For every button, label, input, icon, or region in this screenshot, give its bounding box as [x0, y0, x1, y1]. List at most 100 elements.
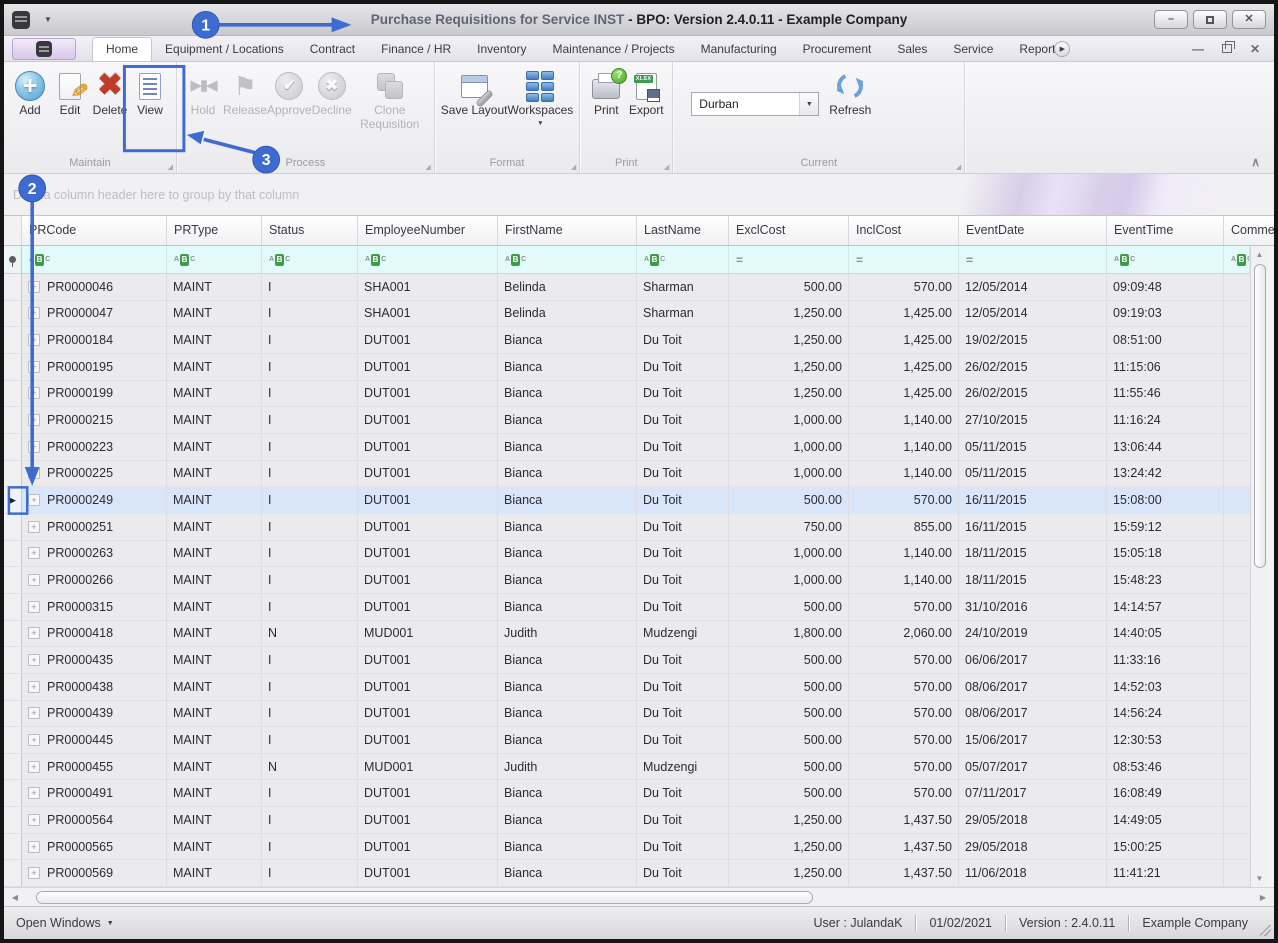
- cell-prcode[interactable]: +PR0000439: [22, 701, 167, 727]
- print-button[interactable]: Print: [586, 65, 626, 154]
- cell-firstname[interactable]: Bianca: [498, 381, 637, 407]
- cell-eventdate[interactable]: 12/05/2014: [959, 301, 1107, 327]
- table-row[interactable]: +PR0000184MAINTIDUT001BiancaDu Toit1,250…: [4, 327, 1250, 354]
- row-indicator[interactable]: [4, 327, 22, 353]
- cell-lastname[interactable]: Du Toit: [637, 727, 729, 753]
- table-row[interactable]: +PR0000565MAINTIDUT001BiancaDu Toit1,250…: [4, 834, 1250, 861]
- cell-firstname[interactable]: Bianca: [498, 807, 637, 833]
- row-indicator[interactable]: [4, 301, 22, 327]
- cell-eventtime[interactable]: 14:14:57: [1107, 594, 1224, 620]
- expand-row-icon[interactable]: +: [28, 654, 40, 666]
- cell-lastname[interactable]: Sharman: [637, 301, 729, 327]
- cell-firstname[interactable]: Bianca: [498, 780, 637, 806]
- cell-lastname[interactable]: Du Toit: [637, 407, 729, 433]
- column-header-firstname[interactable]: FirstName: [498, 216, 637, 245]
- cell-eventdate[interactable]: 07/11/2017: [959, 780, 1107, 806]
- cell-inclcost[interactable]: 570.00: [849, 701, 959, 727]
- cell-comments[interactable]: [1224, 381, 1250, 407]
- row-indicator[interactable]: [4, 461, 22, 487]
- cell-eventdate[interactable]: 29/05/2018: [959, 807, 1107, 833]
- cell-status[interactable]: I: [262, 487, 358, 513]
- cell-comments[interactable]: [1224, 461, 1250, 487]
- cell-prcode[interactable]: +PR0000249: [22, 487, 167, 513]
- cell-prtype[interactable]: MAINT: [167, 274, 262, 300]
- cell-status[interactable]: I: [262, 780, 358, 806]
- cell-comments[interactable]: [1224, 647, 1250, 673]
- cell-comments[interactable]: [1224, 594, 1250, 620]
- cell-status[interactable]: I: [262, 407, 358, 433]
- cell-comments[interactable]: [1224, 274, 1250, 300]
- cell-eventtime[interactable]: 15:48:23: [1107, 567, 1224, 593]
- cell-prcode[interactable]: +PR0000263: [22, 541, 167, 567]
- group-dialog-launcher-icon[interactable]: ◢: [168, 163, 173, 171]
- cell-status[interactable]: I: [262, 727, 358, 753]
- table-row[interactable]: +PR0000438MAINTIDUT001BiancaDu Toit500.0…: [4, 674, 1250, 701]
- cell-eventtime[interactable]: 15:00:25: [1107, 834, 1224, 860]
- cell-prtype[interactable]: MAINT: [167, 301, 262, 327]
- expand-row-icon[interactable]: +: [28, 681, 40, 693]
- refresh-button[interactable]: Refresh: [829, 65, 871, 154]
- cell-firstname[interactable]: Bianca: [498, 541, 637, 567]
- tab-equipment-locations[interactable]: Equipment / Locations: [152, 38, 297, 61]
- table-row[interactable]: +PR0000564MAINTIDUT001BiancaDu Toit1,250…: [4, 807, 1250, 834]
- cell-eventdate[interactable]: 29/05/2018: [959, 834, 1107, 860]
- cell-prcode[interactable]: +PR0000223: [22, 434, 167, 460]
- row-indicator[interactable]: [4, 621, 22, 647]
- cell-employeenumber[interactable]: DUT001: [358, 647, 498, 673]
- cell-prtype[interactable]: MAINT: [167, 807, 262, 833]
- cell-comments[interactable]: [1224, 514, 1250, 540]
- cell-prtype[interactable]: MAINT: [167, 541, 262, 567]
- cell-exclcost[interactable]: 500.00: [729, 594, 849, 620]
- quick-access-dropdown-icon[interactable]: ▼: [44, 15, 52, 24]
- cell-lastname[interactable]: Mudzengi: [637, 621, 729, 647]
- cell-inclcost[interactable]: 1,140.00: [849, 434, 959, 460]
- cell-eventtime[interactable]: 09:09:48: [1107, 274, 1224, 300]
- cell-employeenumber[interactable]: DUT001: [358, 834, 498, 860]
- cell-exclcost[interactable]: 1,250.00: [729, 834, 849, 860]
- filter-cell-firstname[interactable]: ABC: [498, 246, 637, 273]
- horizontal-scroll-thumb[interactable]: [36, 891, 813, 904]
- expand-row-icon[interactable]: +: [28, 601, 40, 613]
- cell-inclcost[interactable]: 1,437.50: [849, 860, 959, 886]
- cell-status[interactable]: I: [262, 514, 358, 540]
- cell-comments[interactable]: [1224, 860, 1250, 886]
- cell-eventtime[interactable]: 14:40:05: [1107, 621, 1224, 647]
- row-indicator[interactable]: [4, 567, 22, 593]
- cell-employeenumber[interactable]: DUT001: [358, 327, 498, 353]
- cell-comments[interactable]: [1224, 434, 1250, 460]
- open-windows-button[interactable]: Open Windows ▼: [16, 916, 114, 930]
- expand-row-icon[interactable]: +: [28, 707, 40, 719]
- cell-prcode[interactable]: +PR0000215: [22, 407, 167, 433]
- table-row[interactable]: +PR0000223MAINTIDUT001BiancaDu Toit1,000…: [4, 434, 1250, 461]
- cell-employeenumber[interactable]: SHA001: [358, 274, 498, 300]
- cell-inclcost[interactable]: 570.00: [849, 647, 959, 673]
- cell-eventdate[interactable]: 08/06/2017: [959, 701, 1107, 727]
- filter-pin-cell[interactable]: [4, 246, 22, 273]
- table-row[interactable]: +PR0000439MAINTIDUT001BiancaDu Toit500.0…: [4, 701, 1250, 728]
- cell-employeenumber[interactable]: DUT001: [358, 727, 498, 753]
- cell-inclcost[interactable]: 1,437.50: [849, 807, 959, 833]
- mdi-minimize-button[interactable]: —: [1192, 43, 1204, 55]
- table-row[interactable]: +PR0000455MAINTNMUD001JudithMudzengi500.…: [4, 754, 1250, 781]
- cell-employeenumber[interactable]: DUT001: [358, 701, 498, 727]
- cell-eventdate[interactable]: 05/11/2015: [959, 461, 1107, 487]
- filter-cell-comments[interactable]: ABC: [1224, 246, 1250, 273]
- cell-inclcost[interactable]: 1,140.00: [849, 407, 959, 433]
- cell-employeenumber[interactable]: DUT001: [358, 434, 498, 460]
- cell-status[interactable]: I: [262, 567, 358, 593]
- cell-lastname[interactable]: Du Toit: [637, 701, 729, 727]
- cell-inclcost[interactable]: 1,437.50: [849, 834, 959, 860]
- column-header-comments[interactable]: Comments: [1224, 216, 1274, 245]
- tab-maintenance-projects[interactable]: Maintenance / Projects: [540, 38, 688, 61]
- cell-eventtime[interactable]: 13:06:44: [1107, 434, 1224, 460]
- cell-employeenumber[interactable]: DUT001: [358, 807, 498, 833]
- cell-prcode[interactable]: +PR0000445: [22, 727, 167, 753]
- cell-prtype[interactable]: MAINT: [167, 780, 262, 806]
- cell-employeenumber[interactable]: DUT001: [358, 541, 498, 567]
- close-button[interactable]: ✕: [1232, 10, 1266, 29]
- cell-exclcost[interactable]: 1,000.00: [729, 567, 849, 593]
- cell-eventdate[interactable]: 31/10/2016: [959, 594, 1107, 620]
- cell-comments[interactable]: [1224, 807, 1250, 833]
- save-layout-button[interactable]: Save Layout: [441, 65, 508, 154]
- cell-eventdate[interactable]: 12/05/2014: [959, 274, 1107, 300]
